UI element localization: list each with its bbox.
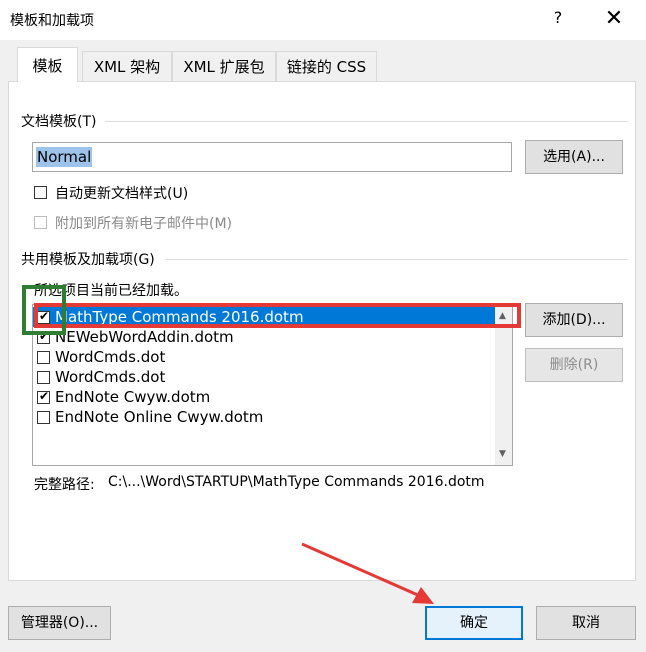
tab-templates[interactable]: 模板 xyxy=(17,47,78,82)
ok-button[interactable]: 确定 xyxy=(425,606,523,640)
red-arrow-icon xyxy=(301,542,434,604)
organizer-button[interactable]: 管理器(O)... xyxy=(8,606,111,640)
cancel-button[interactable]: 取消 xyxy=(536,606,636,640)
